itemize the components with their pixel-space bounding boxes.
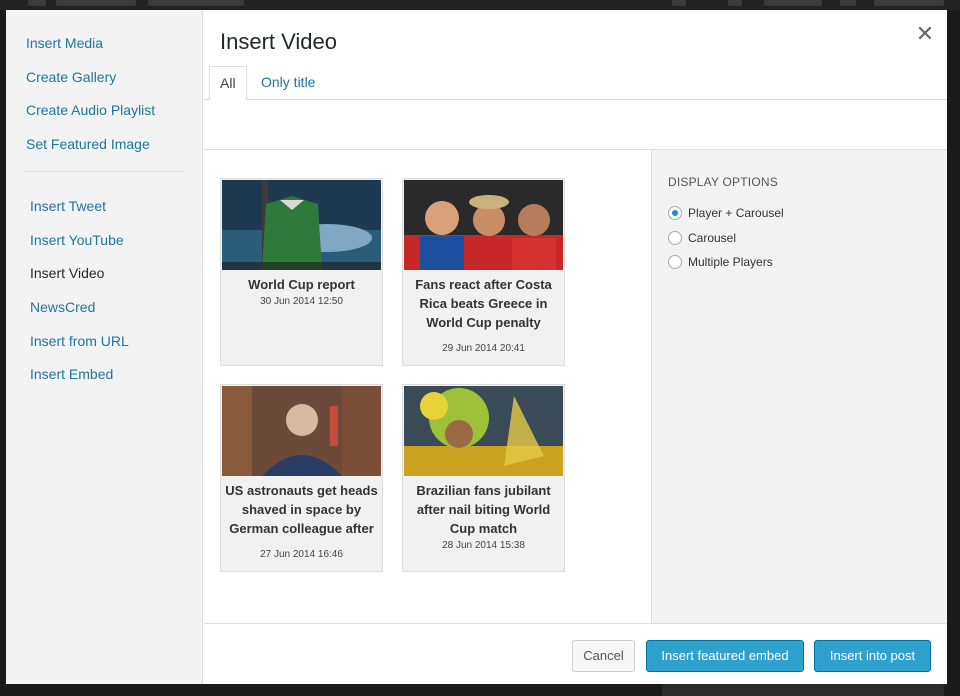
- radio-carousel[interactable]: Carousel: [668, 229, 736, 247]
- tab-bar: All Only title: [204, 66, 947, 101]
- tab-all[interactable]: All: [209, 66, 247, 101]
- video-date: 28 Jun 2014 15:38: [442, 540, 525, 551]
- video-title: Fans react after Costa Rica beats Greece…: [415, 277, 552, 335]
- radio-icon[interactable]: [668, 255, 682, 269]
- video-card[interactable]: Brazilian fans jubilant after nail bitin…: [402, 384, 565, 572]
- sidebar-item-insert-media[interactable]: Insert Media: [26, 34, 103, 52]
- sidebar-item-insert-from-url[interactable]: Insert from URL: [30, 332, 129, 350]
- toolbar-band: [204, 100, 947, 150]
- radio-selected-icon[interactable]: [668, 206, 682, 220]
- sidebar-separator: [24, 171, 184, 172]
- display-options-panel: Display Options Player + Carousel Carous…: [651, 150, 947, 623]
- close-icon[interactable]: ✕: [911, 20, 939, 48]
- sidebar-item-insert-embed[interactable]: Insert Embed: [30, 365, 113, 383]
- radio-icon[interactable]: [668, 231, 682, 245]
- modal-title: Insert Video: [220, 29, 338, 54]
- radio-label: Player + Carousel: [688, 206, 784, 220]
- cancel-button[interactable]: Cancel: [572, 640, 635, 672]
- sidebar-item-insert-video[interactable]: Insert Video: [30, 264, 104, 282]
- video-thumbnail: [404, 386, 563, 476]
- sidebar-item-insert-tweet[interactable]: Insert Tweet: [30, 197, 106, 215]
- radio-label: Multiple Players: [688, 255, 773, 269]
- display-options-heading: Display Options: [668, 175, 778, 189]
- video-title: US astronauts get heads shaved in space …: [225, 483, 378, 541]
- tab-only-title[interactable]: Only title: [251, 66, 325, 100]
- video-thumbnail: [222, 386, 381, 476]
- video-grid: World Cup report 30 Jun 2014 12:50 Fans …: [204, 150, 651, 623]
- video-date: 30 Jun 2014 12:50: [260, 296, 343, 307]
- insert-into-post-button[interactable]: Insert into post: [814, 640, 931, 672]
- video-thumbnail: [404, 180, 563, 270]
- insert-media-modal: Insert Media Create Gallery Create Audio…: [6, 10, 947, 684]
- video-card[interactable]: World Cup report 30 Jun 2014 12:50: [220, 178, 383, 366]
- modal-footer: Cancel Insert featured embed Insert into…: [204, 623, 947, 684]
- video-title: Brazilian fans jubilant after nail bitin…: [416, 483, 551, 536]
- radio-player-carousel[interactable]: Player + Carousel: [668, 204, 784, 222]
- radio-multiple-players[interactable]: Multiple Players: [668, 253, 773, 271]
- video-date: 29 Jun 2014 20:41: [442, 343, 525, 354]
- sidebar-item-create-audio-playlist[interactable]: Create Audio Playlist: [26, 101, 155, 119]
- video-card[interactable]: Fans react after Costa Rica beats Greece…: [402, 178, 565, 366]
- video-thumbnail: [222, 180, 381, 270]
- video-date: 27 Jun 2014 16:46: [260, 549, 343, 560]
- insert-featured-embed-button[interactable]: Insert featured embed: [646, 640, 804, 672]
- sidebar-item-set-featured-image[interactable]: Set Featured Image: [26, 135, 150, 153]
- sidebar-item-insert-youtube[interactable]: Insert YouTube: [30, 231, 124, 249]
- radio-label: Carousel: [688, 231, 737, 245]
- sidebar-item-create-gallery[interactable]: Create Gallery: [26, 68, 116, 86]
- sidebar-item-newscred[interactable]: NewsCred: [30, 298, 95, 316]
- admin-bar-background: [0, 0, 960, 10]
- video-card[interactable]: US astronauts get heads shaved in space …: [220, 384, 383, 572]
- media-router-sidebar: Insert Media Create Gallery Create Audio…: [6, 10, 203, 684]
- chat-widget-tab: [662, 684, 944, 696]
